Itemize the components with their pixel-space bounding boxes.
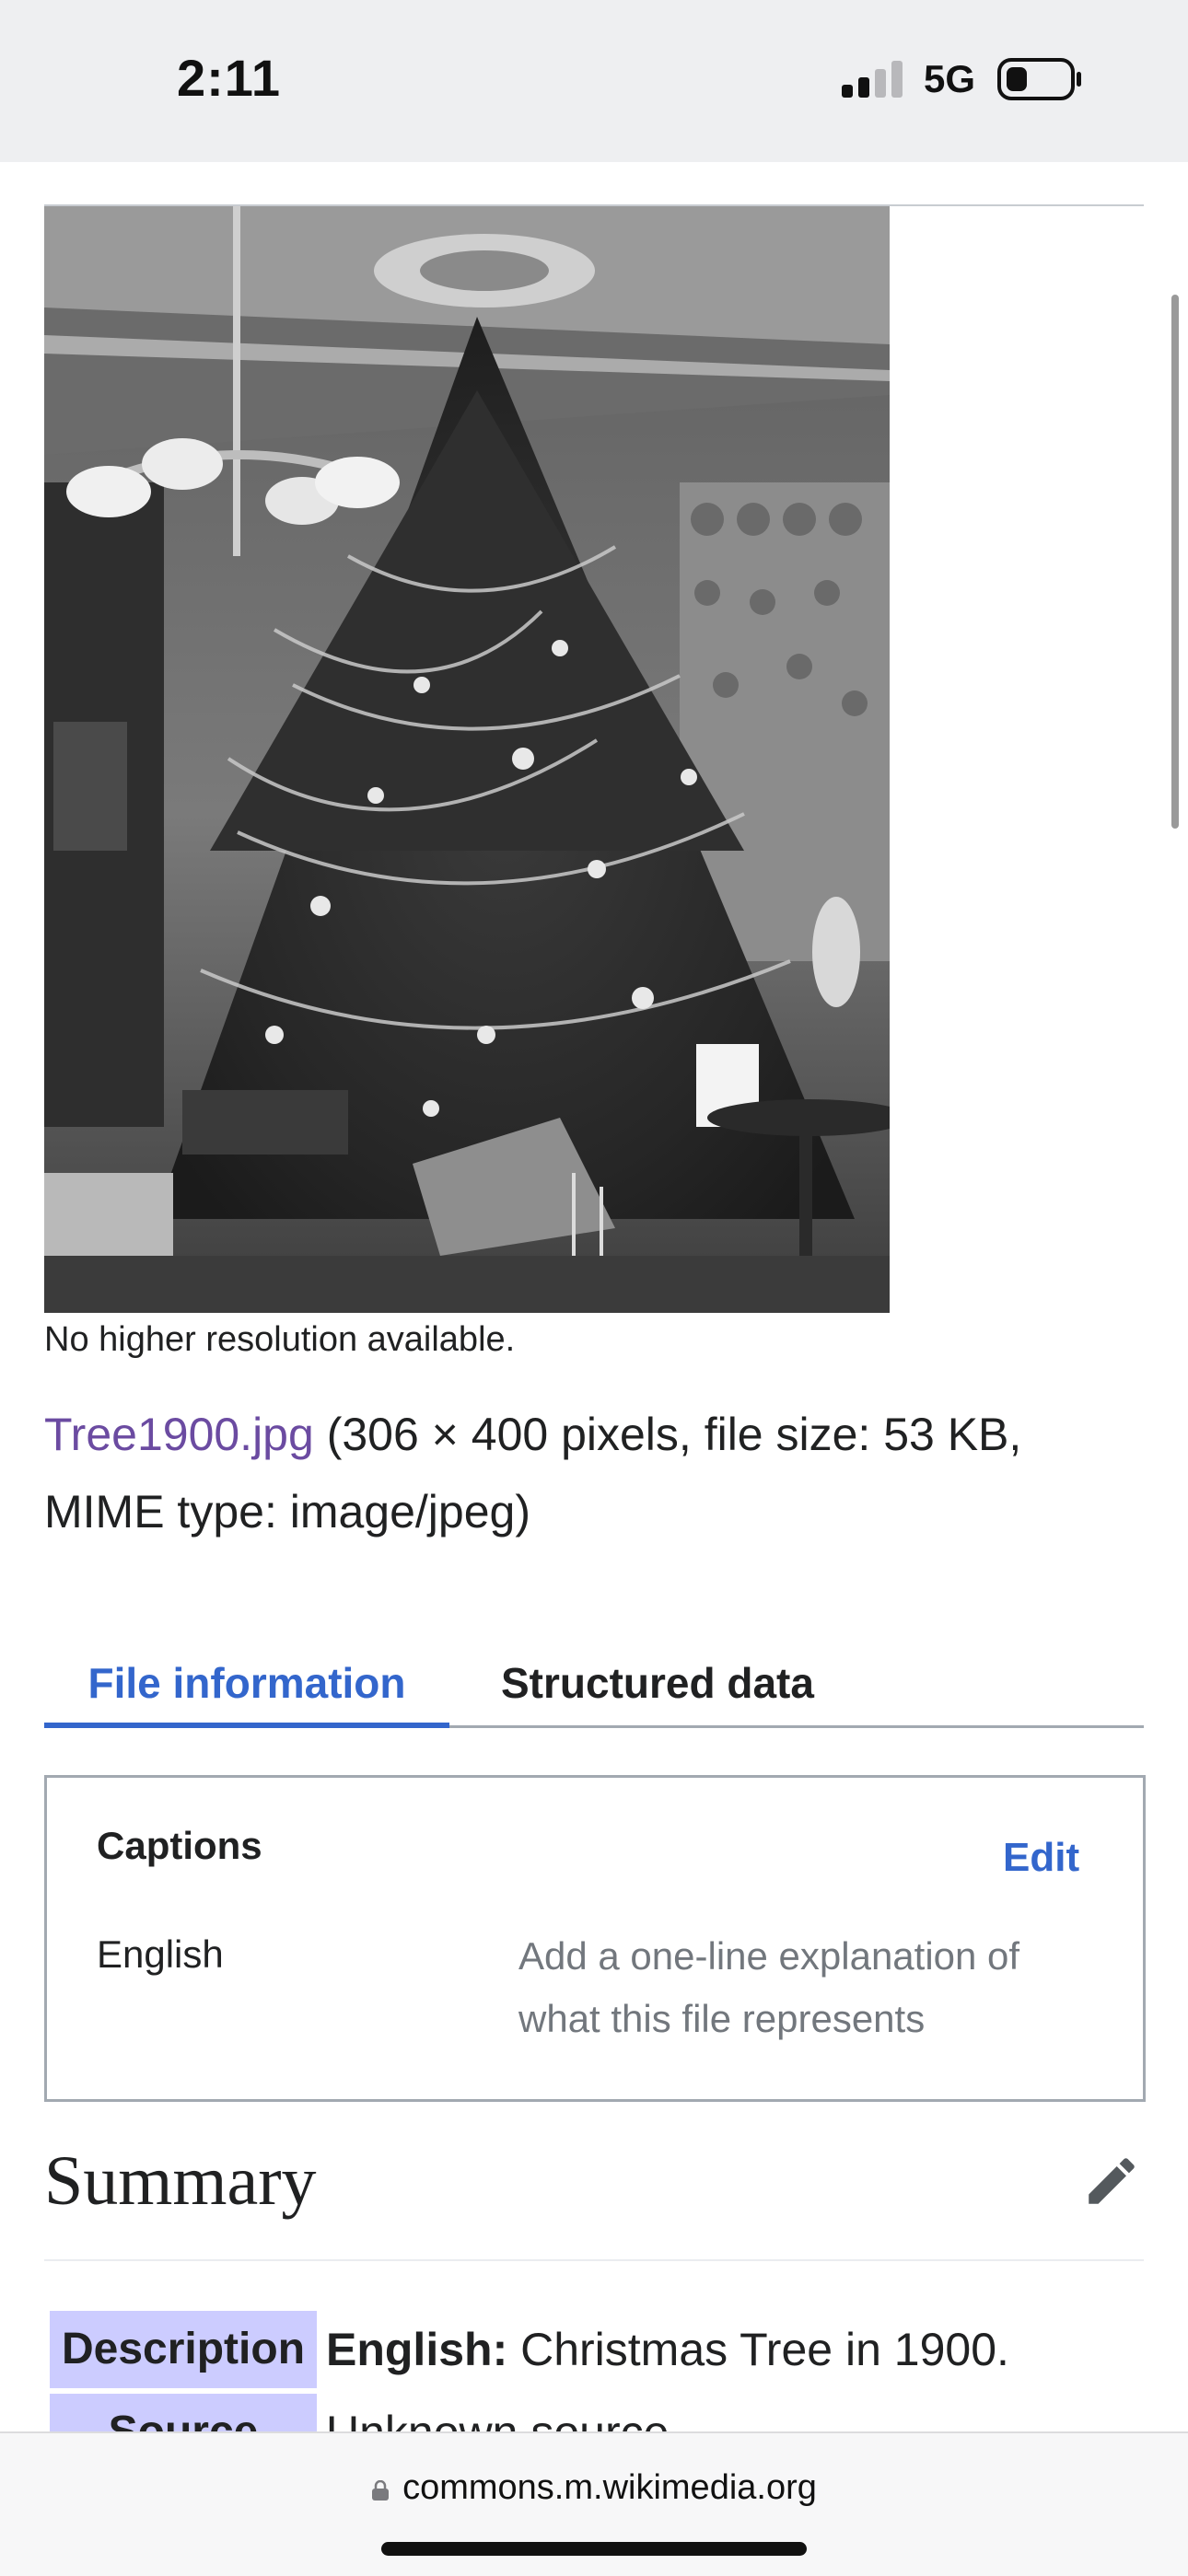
source-value: Unknown source [326, 2394, 669, 2431]
battery-icon [997, 58, 1081, 100]
description-label: Description [50, 2311, 317, 2388]
caption-language: English [97, 1932, 224, 1976]
divider [44, 2259, 1144, 2261]
info-tabs: File information Structured data [44, 1644, 1144, 1728]
status-bar: 2:11 5G [0, 0, 1188, 162]
description-language: English: [326, 2324, 508, 2375]
lock-icon [372, 2480, 390, 2501]
source-label: Source [50, 2394, 317, 2431]
captions-edit-button[interactable]: Edit [1003, 1835, 1079, 1881]
tab-file-information[interactable]: File information [44, 1644, 449, 1728]
page-content[interactable]: No higher resolution available. Tree1900… [0, 162, 1188, 2431]
scroll-indicator[interactable] [1171, 295, 1179, 829]
description-value: English: Christmas Tree in 1900. [326, 2311, 1009, 2388]
url-text: commons.m.wikimedia.org [402, 2468, 817, 2507]
captions-title: Captions [97, 1824, 262, 1867]
home-indicator[interactable] [381, 2542, 807, 2556]
url-display[interactable]: commons.m.wikimedia.org [0, 2468, 1188, 2508]
captions-panel: Captions Edit English Add a one-line exp… [44, 1775, 1146, 2102]
file-details: Tree1900.jpg (306 × 400 pixels, file siz… [44, 1396, 1112, 1550]
file-image[interactable] [44, 206, 890, 1313]
cellular-signal-icon [842, 61, 903, 98]
network-type: 5G [924, 57, 976, 100]
status-time: 2:11 [177, 49, 281, 107]
caption-placeholder[interactable]: Add a one-line explanation of what this … [518, 1925, 1089, 2050]
tab-structured-data[interactable]: Structured data [501, 1644, 814, 1725]
summary-heading: Summary [44, 2142, 317, 2220]
file-name-link[interactable]: Tree1900.jpg [44, 1409, 314, 1460]
browser-address-bar[interactable]: commons.m.wikimedia.org [0, 2431, 1188, 2576]
edit-pencil-icon[interactable] [1081, 2151, 1142, 2211]
resolution-note: No higher resolution available. [44, 1320, 516, 1359]
description-text: Christmas Tree in 1900. [507, 2324, 1009, 2375]
